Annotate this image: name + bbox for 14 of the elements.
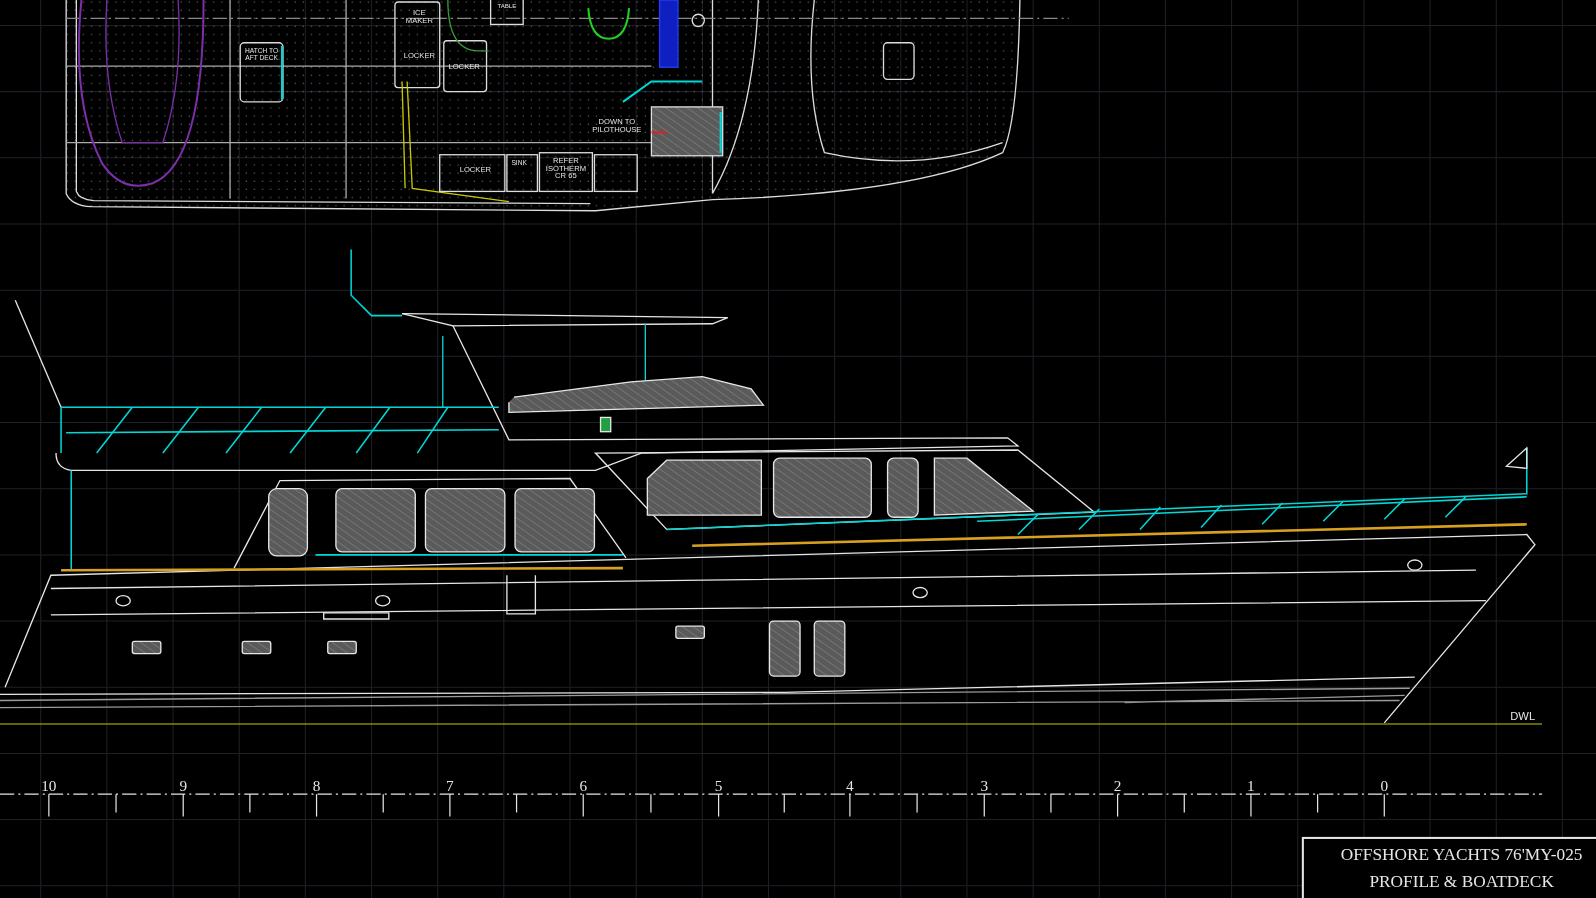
station-number: 6 — [579, 777, 588, 795]
station-number: 9 — [179, 777, 188, 795]
station-number: 2 — [1113, 777, 1122, 795]
title-text: PROFILE & BOATDECK — [1369, 871, 1554, 891]
title-text: OFFSHORE YACHTS 76'MY-025 — [1340, 845, 1583, 865]
station-number: 4 — [846, 777, 854, 795]
station-number: 10 — [41, 777, 57, 795]
station-number: 1 — [1247, 777, 1255, 795]
station-number: 7 — [446, 777, 454, 795]
station-number: 0 — [1380, 777, 1389, 795]
station-number: 3 — [980, 777, 989, 795]
waterline-label: DWL — [1510, 709, 1536, 722]
station-number: 8 — [312, 777, 321, 795]
station-number: 5 — [714, 777, 723, 795]
